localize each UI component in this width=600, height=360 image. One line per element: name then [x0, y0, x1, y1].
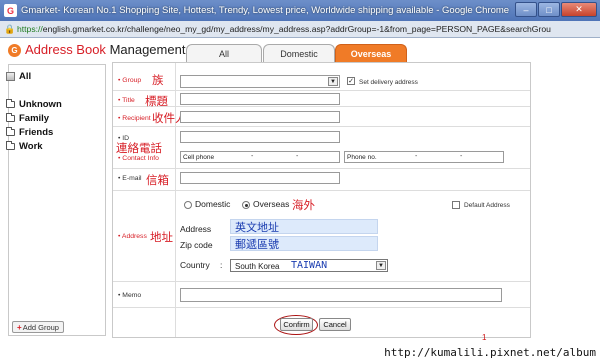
default-address-label: Default Address [464, 202, 510, 209]
title-input[interactable] [180, 93, 340, 105]
contact-note: 連絡電話 [116, 141, 162, 155]
recipient-label: • Recipient [118, 115, 151, 122]
all-groups-icon [6, 72, 15, 81]
row-divider [113, 126, 530, 127]
page-header: G Address Book Management All Domestic O… [0, 38, 600, 62]
url-text[interactable]: https://english.gmarket.co.kr/challenge/… [17, 24, 600, 34]
radio-overseas-label: Overseas [253, 199, 290, 209]
address-book-logo-icon: G [8, 44, 21, 57]
recipient-input[interactable] [180, 111, 340, 123]
label-column-divider [175, 63, 176, 337]
row-divider [113, 90, 530, 91]
chevron-down-icon[interactable]: ▼ [376, 261, 386, 270]
group-label: • Group [118, 77, 142, 84]
radio-overseas[interactable] [242, 201, 250, 209]
close-button[interactable]: ✕ [561, 2, 597, 17]
country-note: TAIWAN [291, 260, 328, 271]
gmarket-favicon-icon: G [4, 4, 17, 17]
sidebar-item-family[interactable]: Family [6, 113, 49, 124]
row-divider [113, 307, 530, 308]
zip-code-label: Zip code [180, 240, 213, 250]
lock-icon: 🔒 [4, 23, 16, 34]
overseas-note: 海外 [292, 198, 315, 212]
cell-phone-field[interactable]: Cell phone - - [180, 151, 340, 163]
group-note: 族 [152, 73, 164, 87]
country-colon: : [220, 260, 223, 270]
default-address-checkbox[interactable] [452, 201, 460, 209]
row-divider [113, 281, 530, 282]
maximize-button[interactable]: □ [538, 2, 560, 17]
memo-label: • Memo [118, 292, 142, 299]
minimize-button[interactable]: – [515, 2, 537, 17]
folder-icon [6, 127, 15, 136]
watermark-url: http://kumalili.pixnet.net/album [384, 346, 596, 359]
group-select[interactable]: ▼ [180, 75, 340, 88]
sidebar-item-friends[interactable]: Friends [6, 127, 53, 138]
radio-domestic[interactable] [184, 201, 192, 209]
folder-icon [6, 113, 15, 122]
tab-overseas[interactable]: Overseas [335, 44, 407, 62]
address-bar[interactable]: 🔒 https://english.gmarket.co.kr/challeng… [0, 21, 600, 38]
page-title: Address Book Management [25, 42, 186, 57]
window-title: Gmarket- Korean No.1 Shopping Site, Hott… [21, 5, 510, 16]
sidebar-item-all[interactable]: All [6, 71, 31, 82]
row-divider [113, 106, 530, 107]
set-delivery-label: Set delivery address [359, 79, 418, 86]
zip-code-value: 郵遞區號 [235, 238, 279, 251]
email-note: 信箱 [146, 173, 169, 187]
chevron-down-icon[interactable]: ▼ [328, 77, 338, 86]
tab-domestic[interactable]: Domestic [263, 44, 335, 62]
country-label: Country [180, 260, 210, 270]
plus-icon: + [17, 322, 22, 332]
tab-all[interactable]: All [186, 44, 262, 62]
annotation-mark: 1 [482, 333, 487, 342]
set-delivery-checkbox[interactable]: ✓ [347, 77, 355, 85]
row-divider [113, 190, 530, 191]
phone-no-field[interactable]: Phone no. - - [344, 151, 504, 163]
memo-input[interactable] [180, 288, 502, 302]
title-label: • Title [118, 97, 135, 104]
confirm-button[interactable]: Confirm [280, 318, 313, 331]
folder-icon [6, 99, 15, 108]
contact-info-label: • Contact Info [118, 155, 159, 162]
add-group-button[interactable]: + Add Group [12, 321, 64, 333]
sidebar-item-work[interactable]: Work [6, 141, 43, 152]
window-title-bar: G Gmarket- Korean No.1 Shopping Site, Ho… [0, 0, 600, 21]
folder-icon [6, 141, 15, 150]
address-value: 英文地址 [235, 221, 279, 234]
window-controls: – □ ✕ [515, 2, 597, 17]
address-field-label: Address [180, 224, 212, 234]
country-select[interactable]: South Korea TAIWAN ▼ [230, 259, 388, 272]
id-input[interactable] [180, 131, 340, 143]
sidebar-item-unknown[interactable]: Unknown [6, 99, 62, 110]
title-note: 標題 [145, 94, 168, 108]
row-divider [113, 168, 530, 169]
cancel-button[interactable]: Cancel [319, 318, 351, 331]
radio-domestic-label: Domestic [195, 199, 231, 209]
address-label: • Address [118, 233, 147, 240]
address-note: 地址 [150, 230, 173, 244]
email-label: • E-mail [118, 175, 142, 182]
email-input[interactable] [180, 172, 340, 184]
